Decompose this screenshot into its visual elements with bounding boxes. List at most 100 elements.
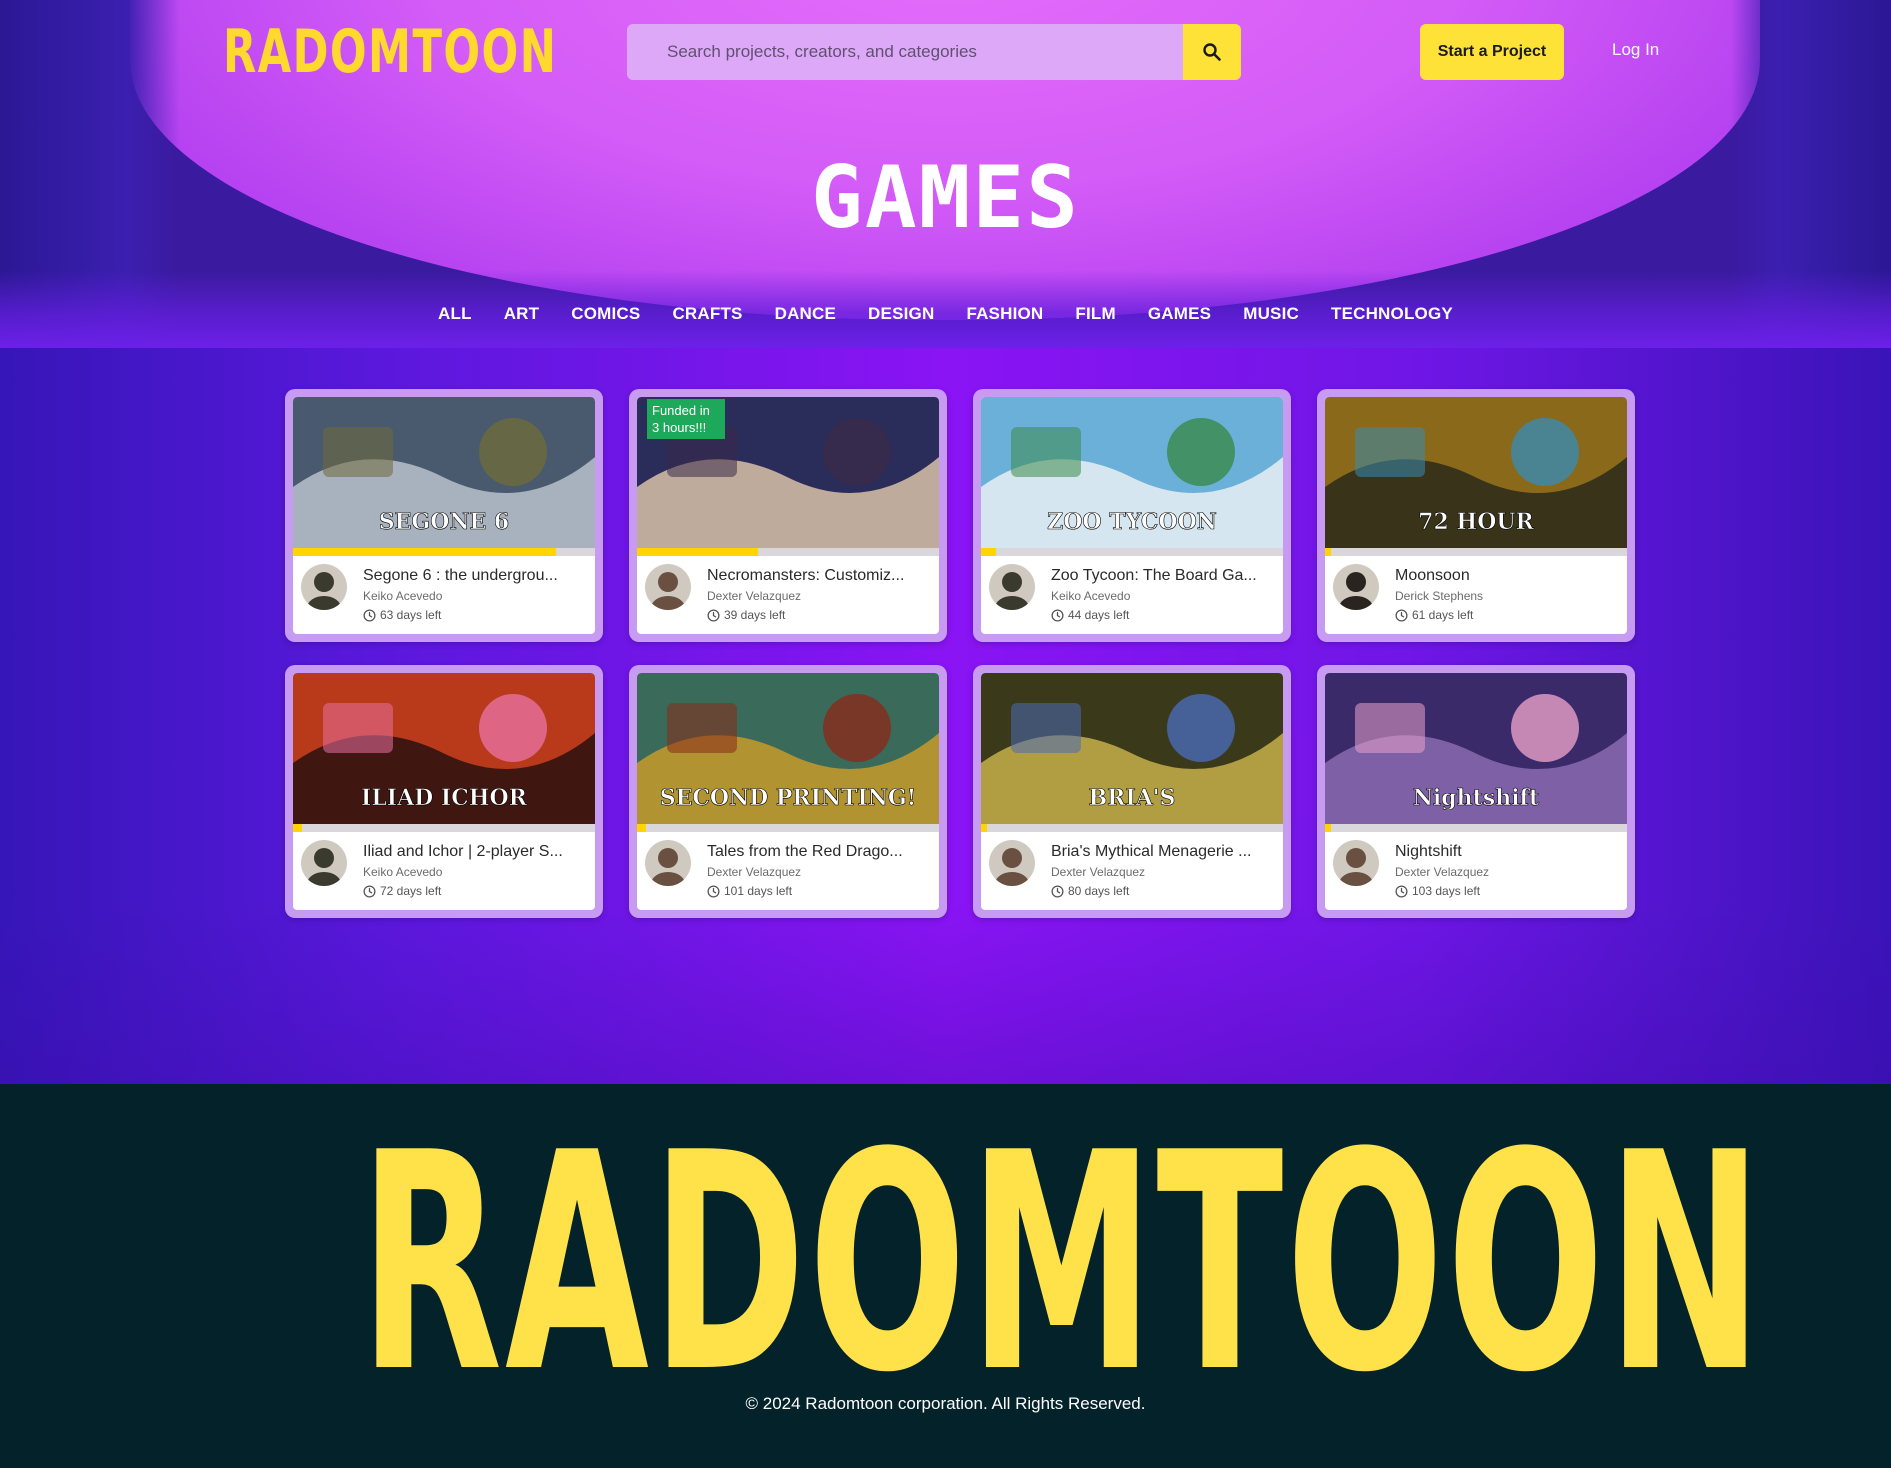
site-logo[interactable]: RADOMTOON — [223, 20, 557, 84]
project-card-body: 72 HOUR Moonsoon Derick Stephens 61 days… — [1325, 397, 1627, 634]
project-thumbnail[interactable]: Funded in 3 hours!!! — [637, 397, 939, 548]
search-bar — [627, 24, 1241, 80]
project-title[interactable]: Moonsoon — [1395, 566, 1615, 586]
creator-avatar[interactable] — [989, 840, 1035, 886]
project-card-8[interactable]: Nightshift Nightshift Dexter Velazquez 1… — [1317, 665, 1635, 918]
clock-icon — [1395, 608, 1408, 622]
project-title[interactable]: Necromansters: Customiz... — [707, 566, 927, 586]
project-meta: Iliad and Ichor | 2-player S... Keiko Ac… — [363, 840, 583, 898]
creator-avatar[interactable] — [1333, 840, 1379, 886]
login-link[interactable]: Log In — [1612, 40, 1659, 60]
project-title[interactable]: Tales from the Red Drago... — [707, 842, 927, 862]
project-thumbnail[interactable]: BRIA'S — [981, 673, 1283, 824]
category-crafts[interactable]: CRAFTS — [656, 304, 758, 324]
project-thumbnail[interactable]: 72 HOUR — [1325, 397, 1627, 548]
project-card-7[interactable]: BRIA'S Bria's Mythical Menagerie ... Dex… — [973, 665, 1291, 918]
thumbnail-art: SEGONE 6 — [293, 397, 595, 548]
avatar-icon — [301, 564, 347, 610]
creator-name[interactable]: Dexter Velazquez — [1051, 865, 1271, 879]
days-left-text: 80 days left — [1068, 884, 1130, 898]
project-card-body: Nightshift Nightshift Dexter Velazquez 1… — [1325, 673, 1627, 910]
project-card-2[interactable]: Funded in 3 hours!!! Necromansters: Cust… — [629, 389, 947, 642]
thumbnail-caption: Nightshift — [1413, 785, 1540, 811]
project-thumbnail[interactable]: ILIAD ICHOR — [293, 673, 595, 824]
creator-avatar[interactable] — [989, 564, 1035, 610]
project-card-1[interactable]: SEGONE 6 Segone 6 : the undergrou... Kei… — [285, 389, 603, 642]
project-meta: Tales from the Red Drago... Dexter Velaz… — [707, 840, 927, 898]
avatar-icon — [989, 840, 1035, 886]
project-title[interactable]: Nightshift — [1395, 842, 1615, 862]
days-left: 63 days left — [363, 608, 583, 622]
page-title: GAMES — [811, 148, 1080, 248]
avatar-icon — [1333, 840, 1379, 886]
creator-avatar[interactable] — [301, 840, 347, 886]
clock-icon — [363, 884, 376, 898]
category-technology[interactable]: TECHNOLOGY — [1315, 304, 1469, 324]
project-card-6[interactable]: SECOND PRINTING! Tales from the Red Drag… — [629, 665, 947, 918]
thumbnail-caption: ZOO TYCOON — [1047, 509, 1217, 535]
project-info: Bria's Mythical Menagerie ... Dexter Vel… — [981, 832, 1283, 898]
category-music[interactable]: MUSIC — [1227, 304, 1315, 324]
project-card-3[interactable]: ZOO TYCOON Zoo Tycoon: The Board Ga... K… — [973, 389, 1291, 642]
category-comics[interactable]: COMICS — [555, 304, 656, 324]
creator-name[interactable]: Keiko Acevedo — [363, 589, 583, 603]
category-games[interactable]: GAMES — [1132, 304, 1227, 324]
days-left: 103 days left — [1395, 884, 1615, 898]
project-title[interactable]: Segone 6 : the undergrou... — [363, 566, 583, 586]
project-meta: Necromansters: Customiz... Dexter Velazq… — [707, 564, 927, 622]
funding-progress-fill — [637, 548, 758, 556]
category-dance[interactable]: DANCE — [759, 304, 852, 324]
avatar-icon — [301, 840, 347, 886]
funding-progress-bar — [1325, 824, 1627, 832]
creator-name[interactable]: Keiko Acevedo — [1051, 589, 1271, 603]
avatar-icon — [1333, 564, 1379, 610]
funding-progress-bar — [293, 824, 595, 832]
search-icon — [1203, 43, 1221, 61]
search-input[interactable] — [627, 24, 1183, 80]
project-thumbnail[interactable]: ZOO TYCOON — [981, 397, 1283, 548]
category-film[interactable]: FILM — [1059, 304, 1131, 324]
category-design[interactable]: DESIGN — [852, 304, 950, 324]
creator-name[interactable]: Derick Stephens — [1395, 589, 1615, 603]
project-meta: Moonsoon Derick Stephens 61 days left — [1395, 564, 1615, 622]
creator-avatar[interactable] — [1333, 564, 1379, 610]
creator-name[interactable]: Dexter Velazquez — [707, 589, 927, 603]
funding-progress-fill — [981, 548, 997, 556]
creator-avatar[interactable] — [645, 564, 691, 610]
days-left-text: 101 days left — [724, 884, 793, 898]
project-card-4[interactable]: 72 HOUR Moonsoon Derick Stephens 61 days… — [1317, 389, 1635, 642]
creator-avatar[interactable] — [301, 564, 347, 610]
avatar-icon — [645, 840, 691, 886]
project-info: Necromansters: Customiz... Dexter Velazq… — [637, 556, 939, 622]
avatar-icon — [645, 564, 691, 610]
project-thumbnail[interactable]: SECOND PRINTING! — [637, 673, 939, 824]
creator-avatar[interactable] — [645, 840, 691, 886]
category-all[interactable]: ALL — [422, 304, 488, 324]
project-title[interactable]: Zoo Tycoon: The Board Ga... — [1051, 566, 1271, 586]
thumbnail-caption: ILIAD ICHOR — [361, 785, 528, 811]
category-fashion[interactable]: FASHION — [950, 304, 1059, 324]
thumbnail-art: 72 HOUR — [1325, 397, 1627, 548]
project-title[interactable]: Iliad and Ichor | 2-player S... — [363, 842, 583, 862]
start-project-button[interactable]: Start a Project — [1420, 24, 1564, 80]
project-title[interactable]: Bria's Mythical Menagerie ... — [1051, 842, 1271, 862]
funding-progress-fill — [293, 824, 303, 832]
project-info: Tales from the Red Drago... Dexter Velaz… — [637, 832, 939, 898]
clock-icon — [1051, 608, 1064, 622]
project-card-body: BRIA'S Bria's Mythical Menagerie ... Dex… — [981, 673, 1283, 910]
project-thumbnail[interactable]: Nightshift — [1325, 673, 1627, 824]
days-left: 39 days left — [707, 608, 927, 622]
project-card-5[interactable]: ILIAD ICHOR Iliad and Ichor | 2-player S… — [285, 665, 603, 918]
category-art[interactable]: ART — [488, 304, 556, 324]
project-thumbnail[interactable]: SEGONE 6 — [293, 397, 595, 548]
thumbnail-art: ZOO TYCOON — [981, 397, 1283, 548]
project-info: Zoo Tycoon: The Board Ga... Keiko Aceved… — [981, 556, 1283, 622]
thumbnail-art: SECOND PRINTING! — [637, 673, 939, 824]
creator-name[interactable]: Dexter Velazquez — [707, 865, 927, 879]
days-left-text: 61 days left — [1412, 608, 1474, 622]
thumbnail-art: ILIAD ICHOR — [293, 673, 595, 824]
creator-name[interactable]: Dexter Velazquez — [1395, 865, 1615, 879]
search-button[interactable] — [1183, 24, 1241, 80]
project-card-body: ILIAD ICHOR Iliad and Ichor | 2-player S… — [293, 673, 595, 910]
creator-name[interactable]: Keiko Acevedo — [363, 865, 583, 879]
